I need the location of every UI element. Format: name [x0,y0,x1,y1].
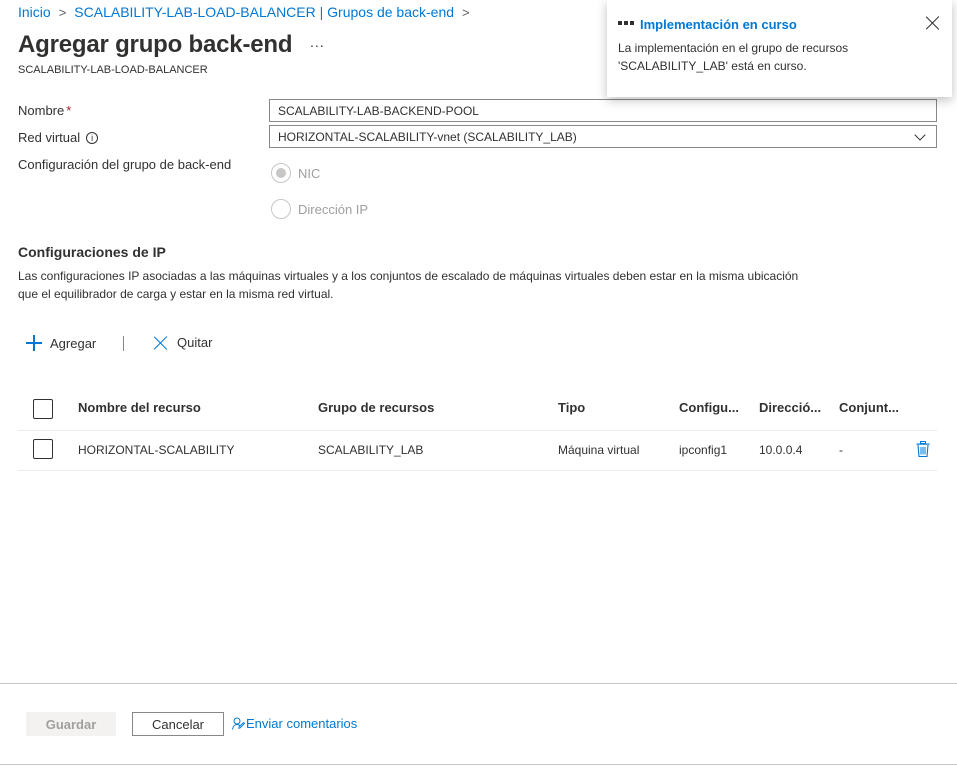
feedback-icon [232,717,245,730]
close-icon[interactable] [926,16,940,30]
required-marker: * [66,103,72,118]
cell-resource-group: SCALABILITY_LAB [318,443,424,457]
radio-selected-dot [276,168,286,178]
radio-ip-label: Dirección IP [298,201,369,217]
remove-button-label: Quitar [177,335,213,350]
radio-ip-address[interactable]: Dirección IP [271,199,368,219]
notification-toast: Implementación en curso La implementació… [607,0,952,97]
pool-config-label: Configuración del grupo de back-end [18,157,232,172]
radio-nic-label: NIC [298,165,321,181]
toolbar-divider [123,336,124,351]
vnet-select[interactable]: HORIZONTAL-SCALABILITY-vnet (SCALABILITY… [269,125,937,148]
column-header-resource-name[interactable]: Nombre del recurso [78,400,201,415]
info-icon[interactable]: i [86,131,99,144]
footer-divider [0,683,957,684]
cell-config: ipconfig1 [679,443,728,457]
notification-title[interactable]: Implementación en curso [640,17,797,32]
add-button[interactable]: Agregar [26,335,96,351]
column-header-type[interactable]: Tipo [558,400,585,415]
cell-resource-name: HORIZONTAL-SCALABILITY [78,443,235,457]
chevron-down-icon [914,128,926,141]
chevron-right-icon: > [462,4,470,20]
name-label-text: Nombre [18,103,65,118]
row-checkbox[interactable] [33,439,53,459]
breadcrumb-item-backend-pools[interactable]: SCALABILITY-LAB-LOAD-BALANCER | Grupos d… [74,4,454,20]
remove-button[interactable]: Quitar [154,335,212,350]
section-title: Configuraciones de IP [18,244,166,260]
column-header-address[interactable]: Direcció... [759,400,821,415]
cell-address: 10.0.0.4 [759,443,803,457]
name-input[interactable] [269,99,937,122]
page-subtitle: SCALABILITY-LAB-LOAD-BALANCER [18,64,208,76]
progress-dots-icon [618,21,634,25]
radio-circle-ip [271,199,291,219]
page-title: Agregar grupo back-end [18,31,293,58]
cancel-button[interactable]: Cancelar [132,712,224,736]
vnet-select-value: HORIZONTAL-SCALABILITY-vnet (SCALABILITY… [278,129,577,144]
column-header-set[interactable]: Conjunt... [839,400,899,415]
chevron-right-icon: > [58,4,67,20]
column-header-config[interactable]: Configu... [679,400,739,415]
cell-set: - [839,443,843,457]
feedback-link-label: Enviar comentarios [246,716,358,731]
name-label: Nombre * [18,103,71,118]
close-icon [154,336,168,350]
notification-body: La implementación en el grupo de recurso… [618,41,849,73]
vnet-label-text: Red virtual [18,130,81,145]
radio-circle-nic [271,163,291,183]
section-description: Las configuraciones IP asociadas a las m… [18,269,799,301]
cell-type: Máquina virtual [558,443,640,457]
save-button[interactable]: Guardar [26,712,116,736]
select-all-checkbox[interactable] [33,399,53,419]
table-row-divider [18,470,937,471]
add-button-label: Agregar [50,335,97,351]
plus-icon [26,335,42,351]
trash-icon[interactable] [916,441,930,457]
column-header-resource-group[interactable]: Grupo de recursos [318,400,434,415]
vnet-label: Red virtual i [18,130,99,145]
breadcrumb-item-inicio[interactable]: Inicio [18,4,51,20]
radio-nic[interactable]: NIC [271,163,320,183]
feedback-link[interactable]: Enviar comentarios [232,716,357,731]
more-options-button[interactable]: ... [310,34,325,50]
breadcrumb: Inicio > SCALABILITY-LAB-LOAD-BALANCER |… [18,4,478,20]
window-bottom-border [0,764,957,765]
